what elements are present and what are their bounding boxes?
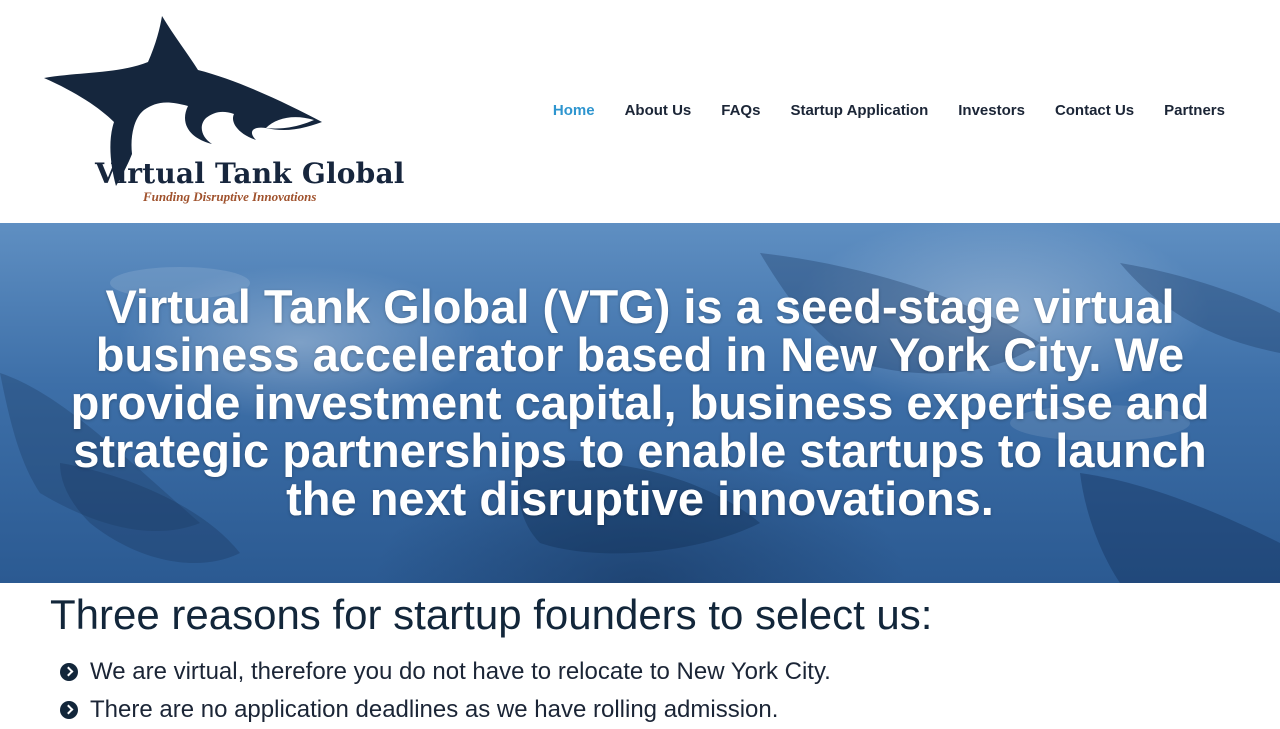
reasons-list: We are virtual, therefore you do not hav… <box>60 653 1230 729</box>
site-logo[interactable]: Virtual Tank Global Funding Disruptive I… <box>38 14 404 209</box>
list-item: There are no application deadlines as we… <box>60 691 1230 729</box>
reasons-heading: Three reasons for startup founders to se… <box>50 591 933 638</box>
nav-startup-application[interactable]: Startup Application <box>775 101 943 121</box>
nav-investors[interactable]: Investors <box>943 101 1040 121</box>
nav-partners[interactable]: Partners <box>1149 101 1240 121</box>
reason-text: We are virtual, therefore you do not hav… <box>90 658 831 685</box>
list-item: We are virtual, therefore you do not hav… <box>60 653 1230 691</box>
nav-about-us[interactable]: About Us <box>610 101 707 121</box>
logo-title: Virtual Tank Global <box>95 157 405 190</box>
reasons-section: Three reasons for startup founders to se… <box>0 583 1280 729</box>
nav-home[interactable]: Home <box>538 101 610 121</box>
site-header: Virtual Tank Global Funding Disruptive I… <box>0 0 1280 223</box>
reason-text: There are no application deadlines as we… <box>90 696 779 723</box>
hero-headline: Virtual Tank Global (VTG) is a seed-stag… <box>70 280 1210 525</box>
main-nav: Home About Us FAQs Startup Application I… <box>538 101 1240 121</box>
hero-banner: Virtual Tank Global (VTG) is a seed-stag… <box>0 223 1280 583</box>
logo-tagline: Funding Disruptive Innovations <box>143 189 317 204</box>
chevron-circle-right-icon <box>60 663 78 681</box>
chevron-circle-right-icon <box>60 701 78 719</box>
nav-faqs[interactable]: FAQs <box>706 101 775 121</box>
nav-contact-us[interactable]: Contact Us <box>1040 101 1149 121</box>
